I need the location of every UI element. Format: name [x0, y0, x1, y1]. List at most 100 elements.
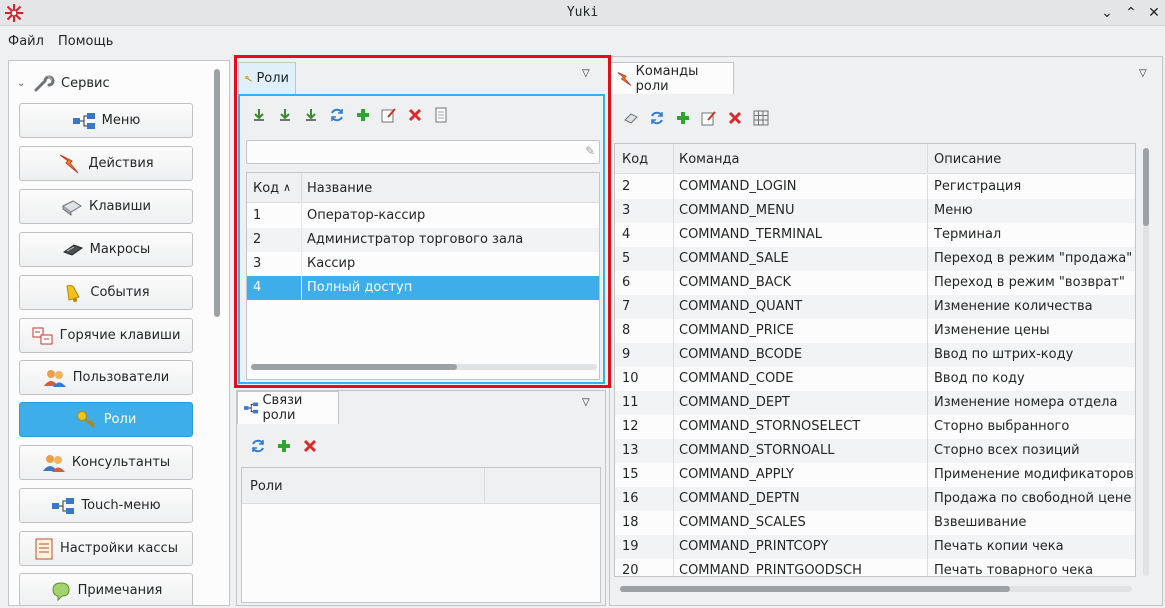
table-row[interactable]: 9 COMMAND_BCODE Ввод по штрих-коду	[615, 343, 1135, 367]
table-row-selected[interactable]: 4 Полный доступ	[247, 276, 599, 300]
menu-file[interactable]: Файл	[8, 34, 44, 49]
table-row[interactable]: 1 Оператор-кассир	[247, 204, 599, 228]
clear-icon[interactable]: ✎	[585, 144, 595, 158]
cell-code: 15	[622, 467, 639, 482]
table-row[interactable]: 6 COMMAND_BACK Переход в режим "возврат"	[615, 271, 1135, 295]
table-row[interactable]: 3 COMMAND_MENU Меню	[615, 199, 1135, 223]
cell-code: 11	[622, 395, 639, 410]
chevron-down-icon[interactable]: ⌄	[1097, 3, 1117, 23]
sidebar-item-roles[interactable]: Роли	[19, 402, 193, 437]
cell-code: 7	[622, 299, 631, 314]
settings-icon	[35, 538, 53, 559]
copy-icon[interactable]	[432, 106, 450, 124]
cell-description: Меню	[934, 203, 973, 218]
commands-vscrollbar-track[interactable]	[1143, 148, 1149, 576]
sidebar-item-events[interactable]: События	[19, 275, 193, 310]
table-row[interactable]: 5 COMMAND_SALE Переход в режим "продажа"	[615, 247, 1135, 271]
service-section-header[interactable]: ⌄ Сервис	[17, 72, 110, 94]
tab-role-commands[interactable]: Команды роли	[610, 62, 734, 94]
delete-icon[interactable]	[301, 437, 319, 455]
table-row[interactable]: 13 COMMAND_STORNOALL Сторно всех позиций	[615, 439, 1135, 463]
cell-description: Регистрация	[934, 179, 1022, 194]
table-row[interactable]: 15 COMMAND_APPLY Применение модификаторов	[615, 463, 1135, 487]
sidebar-item-cash-settings[interactable]: Настройки кассы	[19, 531, 193, 566]
table-row[interactable]: 11 COMMAND_DEPT Изменение номера отдела	[615, 391, 1135, 415]
cell-code: 2	[253, 232, 262, 247]
chevron-up-icon[interactable]: ⌃	[1121, 3, 1141, 23]
cell-code: 5	[622, 251, 631, 266]
menu-help[interactable]: Помощь	[58, 34, 113, 49]
commands-vscrollbar-thumb[interactable]	[1143, 148, 1149, 226]
cell-code: 4	[253, 280, 262, 295]
roles-search-input[interactable]: ✎	[246, 140, 600, 164]
roles-hscrollbar-thumb[interactable]	[251, 364, 457, 370]
grid-icon[interactable]	[752, 109, 770, 127]
cell-description: Переход в режим "возврат"	[934, 275, 1125, 290]
table-row[interactable]: 16 COMMAND_DEPTN Продажа по свободной цене	[615, 487, 1135, 511]
macros-icon	[62, 243, 83, 256]
table-row[interactable]: 20 COMMAND_PRINTGOODSCH Печать товарного ч…	[615, 559, 1135, 576]
download-all-icon[interactable]	[276, 106, 294, 124]
sidebar-item-menu[interactable]: Меню	[19, 103, 193, 138]
delete-icon[interactable]	[726, 109, 744, 127]
sidebar-scrollbar[interactable]	[214, 69, 220, 317]
tab-role-links[interactable]: Связи роли	[237, 391, 339, 424]
column-header-code[interactable]: Код	[622, 152, 648, 167]
commands-hscrollbar-track[interactable]	[620, 586, 1132, 592]
column-divider	[484, 468, 485, 504]
sidebar-item-macros[interactable]: Макросы	[19, 232, 193, 267]
table-row[interactable]: 18 COMMAND_SCALES Взвешивание	[615, 511, 1135, 535]
close-icon[interactable]: ✕	[1144, 3, 1164, 23]
commands-hscrollbar-thumb[interactable]	[620, 586, 1010, 592]
tab-roles[interactable]: Роли	[238, 62, 296, 94]
column-header-code[interactable]: Код	[253, 181, 279, 196]
commands-toolbar	[622, 109, 770, 127]
table-row[interactable]: 19 COMMAND_PRINTCOPY Печать копии чека	[615, 535, 1135, 559]
sidebar-item-notes[interactable]: Примечания	[19, 573, 193, 605]
cell-code: 3	[253, 256, 262, 271]
column-header-name[interactable]: Название	[307, 181, 372, 196]
sidebar-item-hotkeys[interactable]: Горячие клавиши	[19, 318, 193, 353]
delete-icon[interactable]	[406, 106, 424, 124]
refresh-icon[interactable]	[648, 109, 666, 127]
column-header-command[interactable]: Команда	[679, 152, 739, 167]
column-header-description[interactable]: Описание	[934, 152, 1001, 167]
roles-hscrollbar-track[interactable]	[251, 364, 597, 370]
table-row[interactable]: 12 COMMAND_STORNOSELECT Сторно выбранного	[615, 415, 1135, 439]
eraser-icon[interactable]	[622, 109, 640, 127]
edit-icon[interactable]	[700, 109, 718, 127]
chevron-down-icon[interactable]: ▽	[582, 68, 590, 79]
column-header-roles[interactable]: Роли	[250, 479, 283, 494]
sidebar-item-actions[interactable]: Действия	[19, 146, 193, 181]
roles-search-field[interactable]	[251, 142, 571, 162]
chevron-down-icon[interactable]: ▽	[582, 397, 590, 408]
title-bar: Yuki ⌄ ⌃ ✕	[0, 0, 1165, 26]
cell-name: Полный доступ	[307, 280, 413, 295]
sidebar-item-keys[interactable]: Клавиши	[19, 189, 193, 224]
sidebar-item-label: Пользователи	[72, 370, 170, 385]
cell-command: COMMAND_PRICE	[679, 323, 794, 338]
refresh-icon[interactable]	[328, 106, 346, 124]
download-icon[interactable]	[250, 106, 268, 124]
chevron-down-icon[interactable]: ▽	[1139, 68, 1147, 79]
table-row[interactable]: 8 COMMAND_PRICE Изменение цены	[615, 319, 1135, 343]
cell-description: Переход в режим "продажа"	[934, 251, 1133, 266]
table-row[interactable]: 2 COMMAND_LOGIN Регистрация	[615, 175, 1135, 199]
menu-bar: Файл Помощь	[0, 27, 1165, 53]
refresh-icon[interactable]	[249, 437, 267, 455]
table-row[interactable]: 10 COMMAND_CODE Ввод по коду	[615, 367, 1135, 391]
import-icon[interactable]	[302, 106, 320, 124]
add-icon[interactable]	[275, 437, 293, 455]
table-row[interactable]: 4 COMMAND_TERMINAL Терминал	[615, 223, 1135, 247]
table-row[interactable]: 2 Администратор торгового зала	[247, 228, 599, 252]
table-row[interactable]: 7 COMMAND_QUANT Изменение количества	[615, 295, 1135, 319]
cell-command: COMMAND_PRINTCOPY	[679, 539, 829, 554]
table-row[interactable]: 3 Кассир	[247, 252, 599, 276]
edit-icon[interactable]	[380, 106, 398, 124]
sidebar-item-users[interactable]: Пользователи	[19, 360, 193, 395]
sidebar-item-label: Консультанты	[71, 455, 171, 470]
sidebar-item-touch-menu[interactable]: Touch-меню	[19, 488, 193, 523]
sidebar-item-consultants[interactable]: Консультанты	[19, 445, 193, 480]
add-icon[interactable]	[674, 109, 692, 127]
add-icon[interactable]	[354, 106, 372, 124]
